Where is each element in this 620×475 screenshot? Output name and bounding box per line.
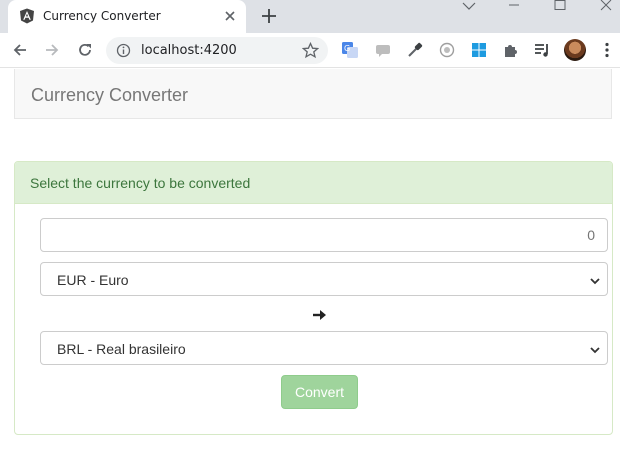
to-currency-value: BRL - Real brasileiro — [57, 341, 186, 357]
from-currency-select[interactable]: EUR - Euro — [40, 262, 608, 296]
panel-heading-text: Select the currency to be converted — [30, 175, 251, 191]
site-info-icon[interactable] — [116, 43, 131, 58]
url-text: localhost:4200 — [141, 43, 237, 58]
google-translate-icon[interactable]: G — [341, 41, 359, 59]
from-currency-value: EUR - Euro — [57, 272, 129, 288]
tab-search-chevron-icon[interactable] — [459, 0, 479, 16]
to-currency-select[interactable]: BRL - Real brasileiro — [40, 331, 608, 365]
converter-panel: Select the currency to be converted EUR … — [14, 161, 613, 435]
extension-circle-icon[interactable] — [438, 41, 456, 59]
convert-button[interactable]: Convert — [281, 375, 358, 409]
angular-logo-icon — [19, 8, 35, 24]
profile-avatar[interactable] — [564, 39, 586, 61]
svg-text:G: G — [344, 44, 350, 53]
browser-tabstrip: Currency Converter — [0, 0, 620, 33]
back-arrow-icon[interactable] — [11, 41, 29, 59]
windows-logo-icon[interactable] — [470, 41, 488, 59]
chevron-down-icon — [589, 343, 601, 355]
amount-input[interactable] — [40, 218, 608, 252]
chevron-down-icon — [589, 274, 601, 286]
forward-arrow-icon[interactable] — [43, 41, 61, 59]
tab-title: Currency Converter — [43, 9, 161, 23]
right-arrow-icon — [312, 308, 328, 322]
close-tab-icon[interactable] — [222, 8, 238, 24]
address-bar[interactable]: localhost:4200 — [106, 37, 328, 64]
extensions-puzzle-icon[interactable] — [502, 41, 520, 59]
app-title[interactable]: Currency Converter — [31, 85, 188, 106]
browser-tab[interactable]: Currency Converter — [8, 0, 246, 33]
browser-menu-icon[interactable] — [598, 41, 616, 59]
eyedropper-icon[interactable] — [406, 41, 424, 59]
window-close-icon[interactable] — [596, 0, 616, 16]
panel-heading: Select the currency to be converted — [15, 162, 612, 204]
media-queue-icon[interactable] — [533, 41, 551, 59]
browser-toolbar: localhost:4200 G — [0, 33, 620, 68]
app-navbar: Currency Converter — [14, 69, 612, 119]
extension-chat-icon[interactable] — [374, 41, 392, 59]
minimize-icon[interactable] — [504, 0, 524, 16]
maximize-icon[interactable] — [550, 0, 570, 16]
new-tab-icon[interactable] — [259, 6, 279, 26]
bookmark-star-icon[interactable] — [301, 41, 320, 59]
reload-icon[interactable] — [76, 41, 94, 59]
